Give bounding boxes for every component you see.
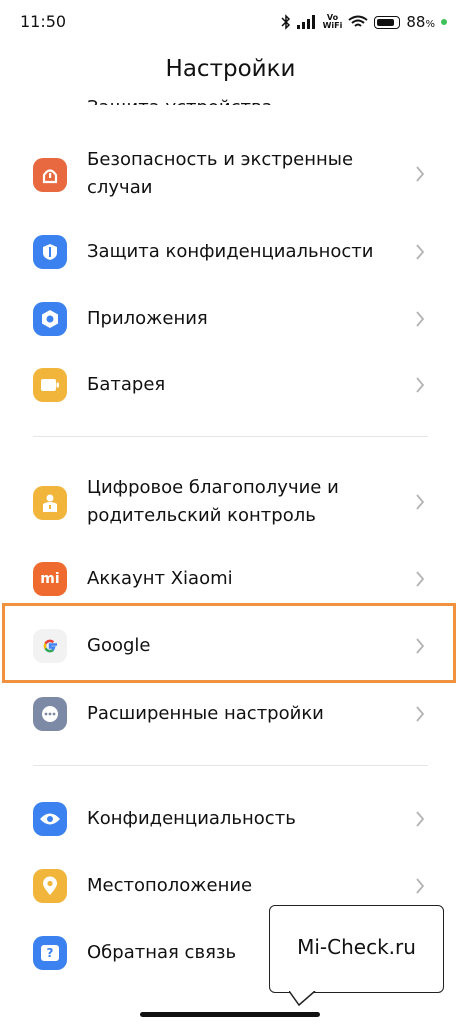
bluetooth-icon — [281, 14, 290, 30]
battery-icon — [374, 15, 401, 29]
partial-item-label[interactable]: Защита устройства — [87, 93, 273, 105]
settings-item-safety[interactable]: Безопасность и экстренные случаи — [0, 146, 461, 204]
apps-icon — [33, 302, 67, 336]
settings-item-label: Батарея — [87, 374, 166, 395]
chevron-right-icon — [416, 571, 425, 587]
status-bar: 11:50 Vo WiFi 88% — [0, 0, 461, 44]
wellbeing-icon — [33, 486, 67, 520]
home-indicator[interactable] — [140, 1012, 320, 1017]
chevron-right-icon — [416, 878, 425, 894]
watermark-text: Mi-Check.ru — [297, 935, 416, 959]
settings-item-label: Приложения — [87, 308, 208, 329]
vowifi-icon: Vo WiFi — [322, 13, 343, 30]
status-icons: Vo WiFi 88% — [281, 10, 447, 34]
wifi-icon — [348, 15, 369, 27]
chevron-right-icon — [416, 244, 425, 260]
signal-icon — [296, 15, 315, 29]
settings-item-advanced[interactable]: Расширенные настройки — [0, 694, 461, 734]
settings-item-apps[interactable]: Приложения — [0, 299, 461, 339]
chevron-right-icon — [416, 811, 425, 827]
settings-item-privacy-protection[interactable]: Защита конфиденциальности — [0, 232, 461, 272]
settings-item-label: Аккаунт Xiaomi — [87, 568, 233, 589]
page-title: Настройки — [165, 56, 296, 82]
settings-item-label: Конфиденциальность — [87, 808, 296, 829]
settings-item-privacy[interactable]: Конфиденциальность — [0, 799, 461, 839]
section-divider — [33, 436, 428, 437]
battery-percent: 88% — [406, 13, 435, 31]
settings-item-battery[interactable]: Батарея — [0, 365, 461, 405]
settings-item-label: Безопасность и экстренные случаи — [87, 149, 354, 198]
callout-tail — [289, 991, 316, 1007]
mi-icon: mi — [33, 562, 67, 596]
chevron-right-icon — [416, 706, 425, 722]
more-icon — [33, 697, 67, 731]
settings-item-wellbeing[interactable]: Цифровое благополучие и родительский конт… — [0, 474, 461, 532]
settings-item-xiaomi-account[interactable]: mi Аккаунт Xiaomi — [0, 559, 461, 599]
emergency-icon — [33, 158, 67, 192]
settings-item-label: Обратная связь — [87, 942, 237, 963]
settings-item-label: Защита конфиденциальности — [87, 241, 374, 262]
chevron-right-icon — [416, 377, 425, 393]
watermark-callout: Mi-Check.ru — [269, 905, 444, 1007]
feedback-icon: ? — [33, 936, 67, 970]
settings-item-label: Местоположение — [87, 875, 253, 896]
privacy-shield-icon — [33, 235, 67, 269]
status-time: 11:50 — [20, 12, 67, 31]
location-icon — [33, 869, 67, 903]
chevron-right-icon — [416, 166, 425, 182]
section-divider — [33, 765, 428, 766]
battery-icon — [33, 368, 67, 402]
highlight-frame — [2, 603, 456, 683]
chevron-right-icon — [416, 494, 425, 510]
chevron-right-icon — [416, 311, 425, 327]
settings-item-label: Расширенные настройки — [87, 703, 324, 724]
settings-item-location[interactable]: Местоположение — [0, 866, 461, 906]
settings-item-label: Цифровое благополучие и родительский конт… — [87, 477, 339, 526]
eye-icon — [33, 802, 67, 836]
privacy-indicator-dot — [441, 19, 447, 25]
